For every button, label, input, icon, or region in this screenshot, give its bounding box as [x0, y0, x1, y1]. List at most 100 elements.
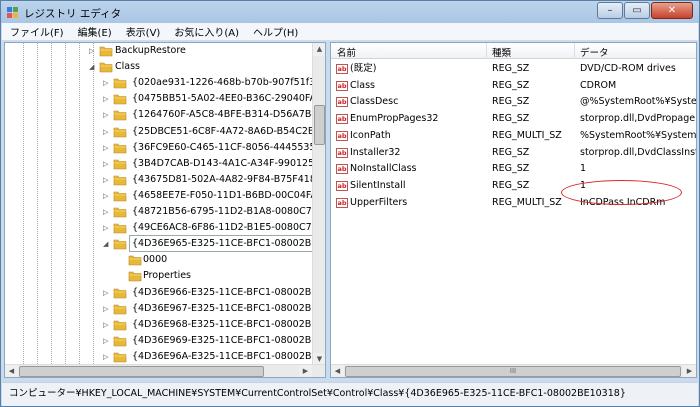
key-tree-pane[interactable]: ▷ BackupRestore ◢ Class ▷ {020ae931-1226-468b… [4, 42, 326, 378]
status-bar: コンピューター¥HKEY_LOCAL_MACHINE¥SYSTEM¥Curren… [2, 382, 698, 406]
value-name: Installer32 [350, 146, 401, 158]
string-value-icon: ab [336, 147, 348, 158]
expand-arrow-icon[interactable]: ▷ [103, 220, 111, 236]
scroll-left-arrow[interactable]: ◀ [5, 365, 18, 377]
folder-icon [113, 191, 127, 202]
collapse-arrow-icon[interactable]: ◢ [89, 59, 97, 75]
value-row[interactable]: ab IconPath REG_MULTI_SZ %SystemRoot%¥Syste… [331, 128, 696, 144]
expand-arrow-icon[interactable]: ▷ [103, 91, 111, 107]
list-scroll-left-arrow[interactable]: ◀ [331, 365, 344, 377]
tree-item-selected[interactable]: ◢ {4D36E965-E325-11CE-BFC1-08002BE10318} [5, 235, 314, 253]
tree-item-label: {4D36E969-E325-11CE-BFC1-08002BE10318} [132, 334, 314, 346]
value-name: IconPath [350, 129, 391, 141]
minimize-button[interactable]: – [597, 2, 623, 19]
folder-icon [113, 239, 127, 250]
menu-favorites[interactable]: お気に入り(A) [172, 24, 241, 39]
tree-item[interactable]: ▷ {4D36E968-E325-11CE-BFC1-08002BE10318} [5, 317, 314, 333]
tree-item[interactable]: ▷ {4D36E969-E325-11CE-BFC1-08002BE10318} [5, 333, 314, 349]
tree-item-label: {4D36E967-E325-11CE-BFC1-08002BE10318} [132, 302, 314, 314]
folder-icon [113, 94, 127, 105]
scroll-up-arrow[interactable]: ▲ [313, 43, 325, 56]
tree-item-label: Properties [143, 270, 192, 282]
tree-item[interactable]: ▷ {4D36E966-E325-11CE-BFC1-08002BE10318} [5, 285, 314, 301]
expand-arrow-icon[interactable]: ▷ [103, 107, 111, 123]
expand-arrow-icon[interactable]: ▷ [103, 75, 111, 91]
expand-arrow-icon[interactable]: ▷ [103, 317, 111, 333]
list-scroll-right-arrow[interactable]: ▶ [683, 365, 696, 377]
tree-horizontal-scrollbar[interactable]: ◀ ▶ [5, 364, 325, 377]
folder-icon [128, 255, 142, 266]
tree-item[interactable]: ▷ {25DBCE51-6C8F-4A72-8A6D-B54C2B4FC835} [5, 124, 314, 140]
tree-item[interactable]: ▷ {4D36E96A-E325-11CE-BFC1-08002BE10318} [5, 349, 314, 365]
tree-item[interactable]: ▷ {4658EE7E-F050-11D1-B6BD-00C04FA372A7} [5, 188, 314, 204]
expand-arrow-icon[interactable]: ▷ [89, 43, 97, 59]
folder-icon [113, 111, 127, 121]
list-hscroll-thumb[interactable]: III [345, 366, 681, 377]
tree-item[interactable]: Properties [5, 268, 314, 284]
tree-item[interactable]: ▷ {36FC9E60-C465-11CF-8056-444553540000} [5, 140, 314, 156]
column-header-type[interactable]: 種類 [492, 45, 511, 59]
list-horizontal-scrollbar[interactable]: ◀ III ▶ [331, 364, 696, 377]
tree-item-label: {25DBCE51-6C8F-4A72-8A6D-B54C2B4FC835} [132, 125, 314, 137]
tree-item[interactable]: ▷ {48721B56-6795-11D2-B1A8-0080C72E74A2} [5, 204, 314, 220]
folder-icon [113, 175, 127, 186]
tree-item[interactable]: ▷ BackupRestore [5, 43, 314, 59]
tree-item[interactable]: ▷ {1264760F-A5C8-4BFE-B314-D56A7B44A362} [5, 107, 314, 123]
value-name: Class [350, 79, 375, 91]
value-row[interactable]: ab ClassDesc REG_SZ @%SystemRoot%¥System [331, 94, 696, 110]
tree-item-label: {49CE6AC8-6F86-11D2-B1E5-0080C72E74A2} [132, 222, 314, 234]
value-row[interactable]: ab Class REG_SZ CDROM [331, 78, 696, 94]
tree-item[interactable]: ◢ Class [5, 59, 314, 75]
tree-vscroll-thumb[interactable] [314, 105, 325, 145]
column-header-data[interactable]: データ [580, 45, 609, 59]
tree-item[interactable]: 0000 [5, 252, 314, 268]
value-row[interactable]: ab (既定) REG_SZ DVD/CD-ROM drives [331, 61, 696, 77]
menu-file[interactable]: ファイル(F) [8, 24, 66, 39]
collapse-arrow-icon[interactable]: ◢ [103, 236, 111, 252]
close-button[interactable]: ✕ [651, 2, 693, 19]
tree-item-label: {4D36E965-E325-11CE-BFC1-08002BE10318} [129, 235, 314, 253]
expand-arrow-icon[interactable]: ▷ [103, 156, 111, 172]
expand-arrow-icon[interactable]: ▷ [103, 124, 111, 140]
expand-arrow-icon[interactable]: ▷ [103, 172, 111, 188]
folder-icon [113, 159, 127, 169]
expand-arrow-icon[interactable]: ▷ [103, 140, 111, 156]
expand-arrow-icon[interactable]: ▷ [103, 188, 111, 204]
expand-arrow-icon[interactable]: ▷ [103, 349, 111, 365]
tree-item[interactable]: ▷ {020ae931-1226-468b-b70b-907f51f3774b} [5, 75, 314, 91]
window-title: レジストリ エディタ [24, 8, 122, 20]
folder-icon [113, 207, 127, 218]
folder-icon [113, 304, 127, 314]
maximize-button[interactable]: ▭ [624, 2, 650, 19]
expand-arrow-icon[interactable]: ▷ [103, 333, 111, 349]
tree-item[interactable]: ▷ {3B4D7CAB-D143-4A1C-A34F-990125C4A864} [5, 156, 314, 172]
expand-arrow-icon[interactable]: ▷ [103, 204, 111, 220]
value-data: storprop.dll,DvdClassInstal [580, 146, 697, 158]
expand-arrow-icon[interactable]: ▷ [103, 301, 111, 317]
value-row[interactable]: ab EnumPropPages32 REG_SZ storprop.dll,DvdP… [331, 111, 697, 127]
menu-view[interactable]: 表示(V) [124, 24, 163, 39]
title-bar[interactable]: レジストリ エディタ – ▭ ✕ [1, 1, 699, 23]
expand-arrow-icon[interactable]: ▷ [103, 285, 111, 301]
tree-item[interactable]: ▷ {4D36E967-E325-11CE-BFC1-08002BE10318} [5, 301, 314, 317]
value-row[interactable]: ab NoInstallClass REG_SZ 1 [331, 161, 696, 177]
menu-edit[interactable]: 編集(E) [76, 24, 114, 39]
string-value-icon: ab [336, 197, 348, 208]
column-header-name[interactable]: 名前 [337, 45, 356, 59]
menu-help[interactable]: ヘルプ(H) [251, 24, 300, 39]
folder-icon [99, 62, 113, 73]
tree-item[interactable]: ▷ {0475BB51-5A02-4EE0-B36C-29040FAD2650} [5, 91, 314, 107]
tree-item[interactable]: ▷ {43675D81-502A-4A82-9F84-B75F418C5DEA} [5, 172, 314, 188]
folder-icon [128, 272, 142, 282]
folder-icon [113, 223, 127, 234]
value-data: storprop.dll,DvdPropagePr [580, 113, 697, 125]
values-list-pane[interactable]: 名前 種類 データ ab (既定) REG_SZ DVD/CD-ROM drives a… [330, 42, 697, 378]
value-type: REG_SZ [492, 113, 530, 125]
value-row[interactable]: ab Installer32 REG_SZ storprop.dll,DvdClass… [331, 145, 697, 161]
tree-item-label: {3B4D7CAB-D143-4A1C-A34F-990125C4A864} [132, 157, 314, 169]
scroll-right-arrow[interactable]: ▶ [299, 365, 312, 377]
tree-item-label: {4D36E968-E325-11CE-BFC1-08002BE10318} [132, 318, 314, 330]
tree-item[interactable]: ▷ {49CE6AC8-6F86-11D2-B1E5-0080C72E74A2} [5, 220, 314, 236]
tree-hscroll-thumb[interactable] [19, 366, 264, 377]
tree-vertical-scrollbar[interactable]: ▲ ▼ [312, 43, 325, 366]
